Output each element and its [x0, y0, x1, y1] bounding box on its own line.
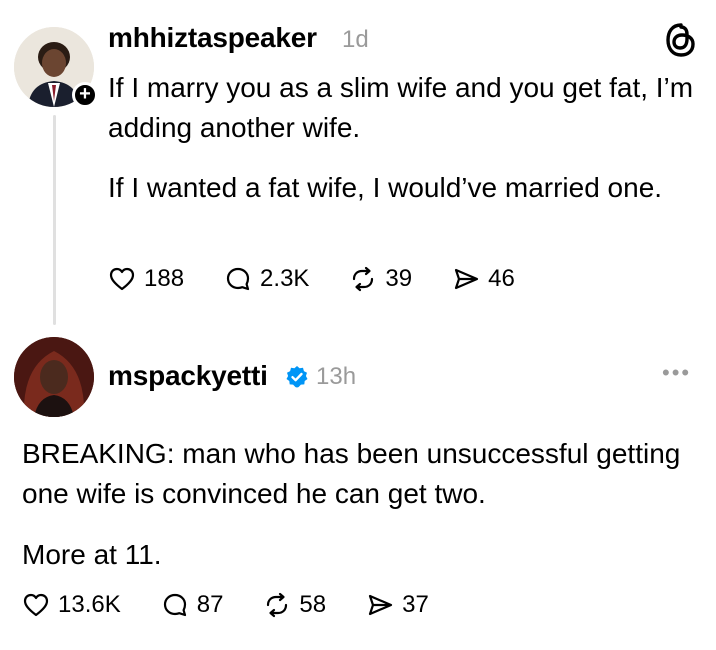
post2-like-count: 13.6K [58, 591, 121, 618]
repost-icon [267, 592, 288, 618]
more-options-button[interactable]: ••• [662, 360, 691, 386]
post2-repost-button[interactable]: 58 [263, 591, 326, 619]
post1-username[interactable]: mhhiztaspeaker [108, 22, 317, 54]
post2-share-button[interactable]: 37 [366, 591, 429, 619]
verified-icon [286, 366, 308, 388]
post1-repost-count: 39 [385, 265, 413, 292]
post1-timestamp: 1d [342, 26, 369, 53]
post2-like-button[interactable]: 13.6K [22, 591, 121, 619]
post1-action-bar: 188 2.3K 39 46 [108, 265, 555, 293]
post1-repost-button[interactable]: 39 [349, 265, 412, 293]
reply-icon [163, 593, 186, 617]
avatar-image [14, 337, 94, 417]
post2-action-bar: 13.6K 87 58 37 [22, 591, 469, 619]
repost-icon [353, 266, 374, 292]
post2-username[interactable]: mspackyetti [108, 360, 268, 392]
post2-text-paragraph-1: BREAKING: man who has been unsuccessful … [22, 438, 681, 509]
share-icon [455, 268, 479, 290]
post2-timestamp: 13h [316, 363, 357, 390]
share-icon [369, 594, 393, 616]
threads-logo-icon[interactable] [664, 22, 698, 58]
post1-reply-button[interactable]: 2.3K [224, 265, 309, 293]
post2-reply-count: 87 [196, 591, 224, 618]
post2-text-paragraph-2: More at 11. [22, 539, 162, 570]
post2-share-count: 37 [402, 591, 429, 618]
post1-reply-count: 2.3K [260, 265, 310, 292]
post1-like-button[interactable]: 188 [108, 265, 184, 293]
heart-icon [109, 267, 135, 291]
follow-plus-badge[interactable]: + [72, 82, 98, 108]
post2-repost-count: 58 [299, 591, 327, 618]
heart-icon [23, 593, 49, 617]
thread-connector-line [53, 115, 56, 325]
post1-text-paragraph-1: If I marry you as a slim wife and you ge… [108, 72, 694, 143]
post2-reply-button[interactable]: 87 [161, 591, 224, 619]
avatar-mspackyetti[interactable] [14, 337, 94, 417]
post1-like-count: 188 [144, 265, 185, 292]
reply-icon [226, 267, 250, 291]
post1-text-paragraph-2: If I wanted a fat wife, I would’ve marri… [108, 172, 663, 203]
post1-share-count: 46 [488, 265, 515, 292]
post1-share-button[interactable]: 46 [452, 265, 515, 293]
